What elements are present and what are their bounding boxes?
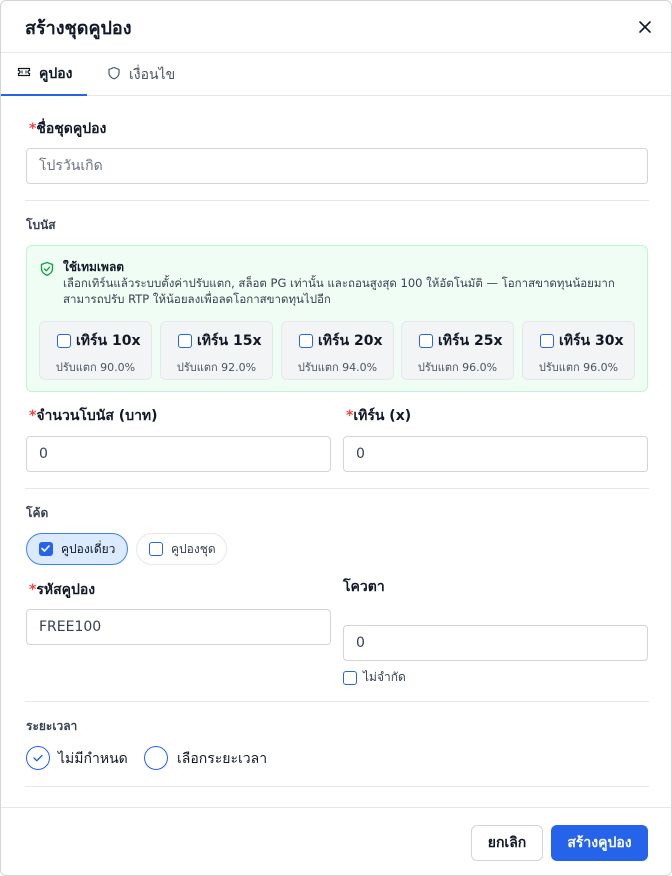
code-type-single-label: คูปองเดี่ยว <box>61 541 116 556</box>
template-option-label: เทิร์น 15x <box>197 333 262 349</box>
bonus-amount-label: *จำนวนโบนัส (บาท) <box>29 408 158 424</box>
template-option-20x[interactable]: เทิร์น 20x ปรับแตก 94.0% <box>281 321 394 380</box>
cancel-button[interactable]: ยกเลิก <box>471 825 543 861</box>
tab-coupon-label: คูปอง <box>39 65 73 82</box>
template-checkbox[interactable] <box>57 334 71 348</box>
divider <box>25 200 649 201</box>
template-panel: ใช้เทมเพลต เลือกเทิร์นแล้วระบบตั้งค่าปรั… <box>26 245 648 392</box>
tab-conditions-label: เงื่อนไข <box>129 66 176 83</box>
turnover-label: *เทิร์น (x) <box>346 408 412 424</box>
coupon-code-label: *รหัสคูปอง <box>29 582 96 598</box>
template-description: เลือกเทิร์นแล้วระบบตั้งค่าปรับแตก, สล็อต… <box>63 276 615 306</box>
create-coupon-modal: สร้างชุดคูปอง คูปอง เงื่อนไข *ชื่อชุดคูป… <box>0 0 672 876</box>
duration-none-label: ไม่มีกำหนด <box>58 751 128 767</box>
coupon-set-name-label: *ชื่อชุดคูปอง <box>29 121 107 137</box>
duration-none-radio[interactable] <box>26 746 50 770</box>
template-checkbox[interactable] <box>299 334 313 348</box>
template-option-sub: ปรับแตก 94.0% <box>297 361 378 374</box>
unlimited-label: ไม่จำกัด <box>363 670 406 684</box>
checkbox-checked[interactable] <box>39 542 53 556</box>
template-option-label: เทิร์น 20x <box>318 333 383 349</box>
tab-bar: คูปอง เงื่อนไข <box>1 53 671 96</box>
divider <box>25 786 649 787</box>
close-icon[interactable] <box>635 17 655 37</box>
code-type-set-label: คูปองชุด <box>171 541 216 556</box>
unlimited-option[interactable]: ไม่จำกัด <box>343 668 406 687</box>
ticket-icon <box>17 65 31 83</box>
tab-conditions[interactable]: เงื่อนไข <box>107 53 197 96</box>
turnover-input[interactable] <box>343 436 648 472</box>
code-section-title: โค้ด <box>26 506 49 520</box>
quota-input[interactable] <box>343 625 648 661</box>
duration-custom-label: เลือกระยะเวลา <box>177 751 268 767</box>
duration-custom-radio[interactable] <box>144 746 168 770</box>
create-coupon-button[interactable]: สร้างคูปอง <box>551 825 648 861</box>
coupon-set-name-input[interactable] <box>26 148 648 184</box>
template-option-sub: ปรับแตก 96.0% <box>538 361 619 374</box>
template-option-30x[interactable]: เทิร์น 30x ปรับแตก 96.0% <box>522 321 635 380</box>
modal-footer: ยกเลิก สร้างคูปอง <box>1 807 671 875</box>
divider <box>25 488 649 489</box>
bonus-amount-input[interactable] <box>26 436 331 472</box>
template-checkbox[interactable] <box>419 334 433 348</box>
code-type-set[interactable]: คูปองชุด <box>136 533 227 565</box>
template-option-15x[interactable]: เทิร์น 15x ปรับแตก 92.0% <box>160 321 273 380</box>
coupon-code-input[interactable] <box>26 609 331 645</box>
template-option-label: เทิร์น 25x <box>438 333 503 349</box>
tab-coupon[interactable]: คูปอง <box>1 53 87 96</box>
shield-check-icon <box>39 261 55 277</box>
template-option-sub: ปรับแตก 96.0% <box>417 361 498 374</box>
quota-label: โควตา <box>343 579 385 595</box>
modal-title: สร้างชุดคูปอง <box>25 18 132 39</box>
template-checkbox[interactable] <box>540 334 554 348</box>
divider <box>25 701 649 702</box>
template-option-10x[interactable]: เทิร์น 10x ปรับแตก 90.0% <box>39 321 152 380</box>
template-option-25x[interactable]: เทิร์น 25x ปรับแตก 96.0% <box>401 321 514 380</box>
duration-section-title: ระยะเวลา <box>26 719 78 733</box>
template-option-sub: ปรับแตก 90.0% <box>55 361 136 374</box>
shield-icon <box>107 66 121 84</box>
code-type-single[interactable]: คูปองเดี่ยว <box>26 533 128 565</box>
template-option-label: เทิร์น 10x <box>76 333 141 349</box>
checkbox[interactable] <box>149 542 163 556</box>
template-checkbox[interactable] <box>178 334 192 348</box>
unlimited-checkbox[interactable] <box>343 670 357 685</box>
modal-header: สร้างชุดคูปอง <box>1 1 671 53</box>
template-option-label: เทิร์น 30x <box>559 333 624 349</box>
template-option-sub: ปรับแตก 92.0% <box>176 361 257 374</box>
bonus-section-title: โบนัส <box>26 218 56 232</box>
